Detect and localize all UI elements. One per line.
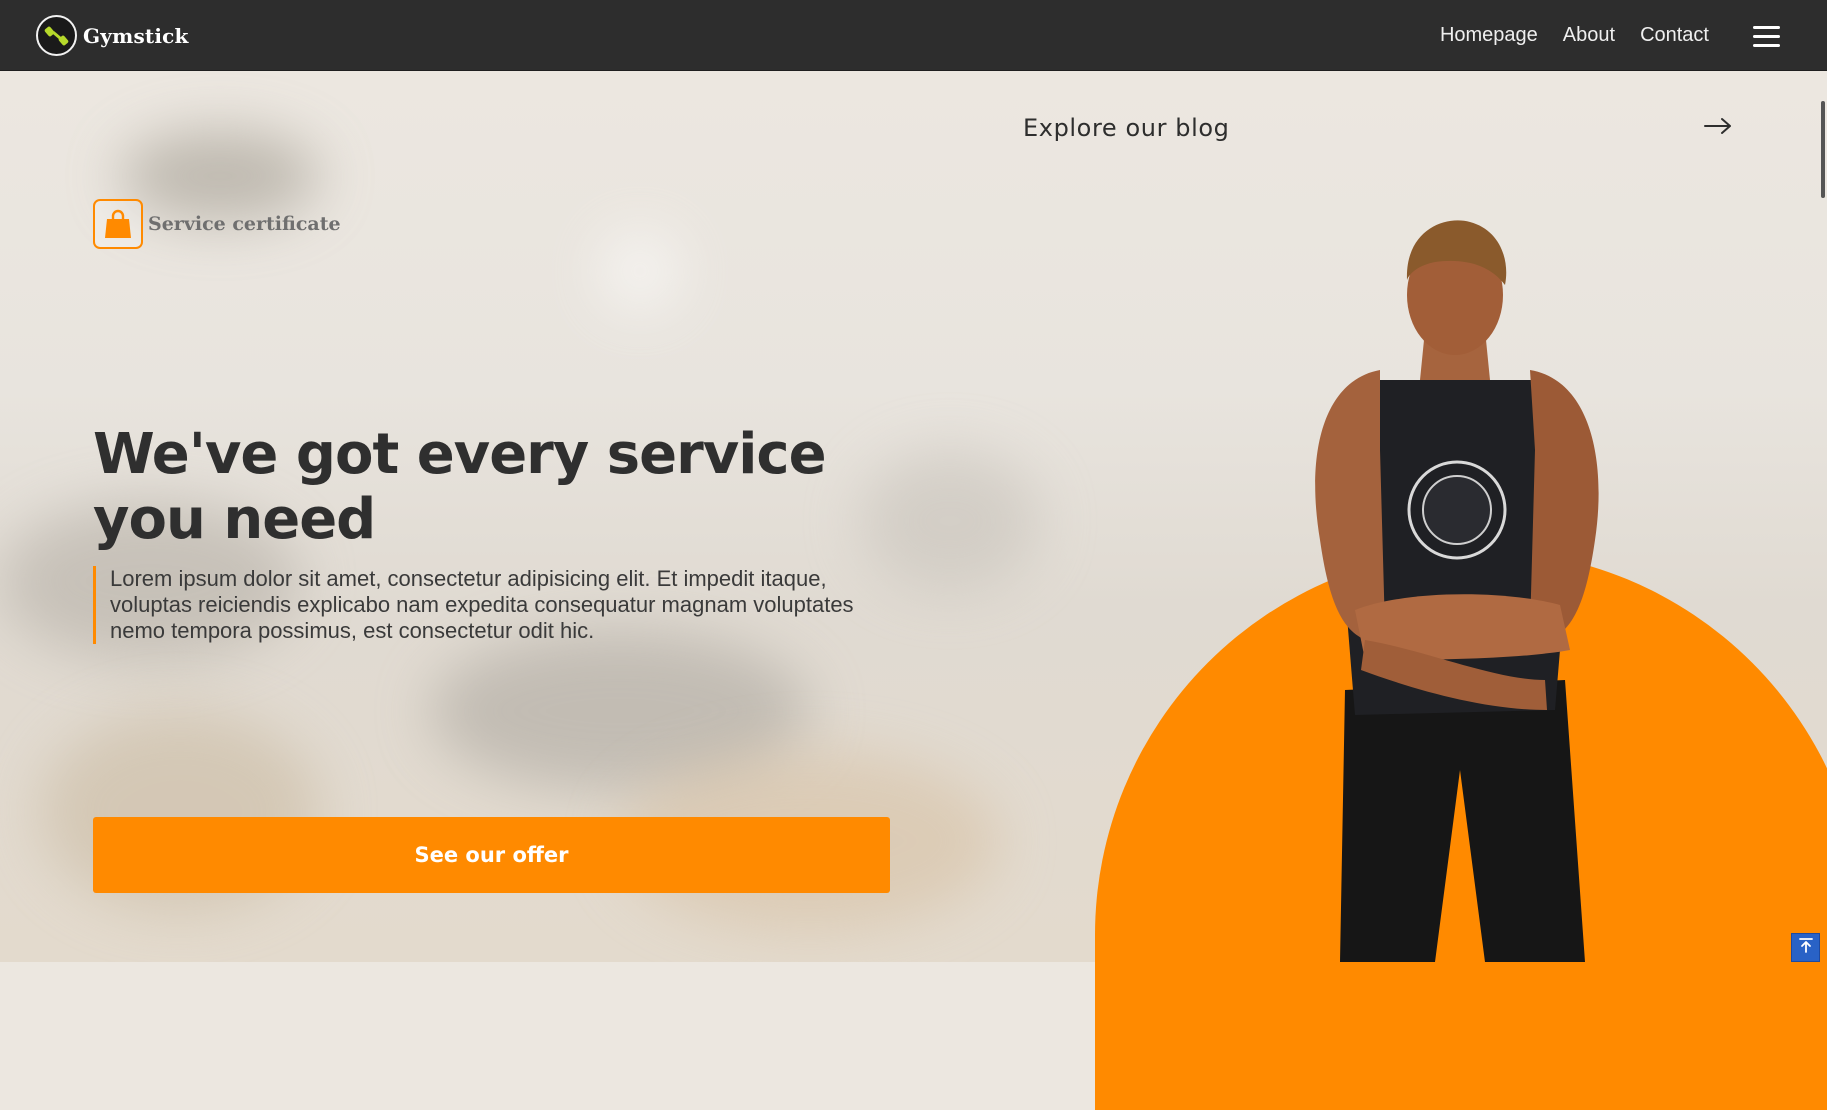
page-title: We've got every service you need: [93, 422, 827, 552]
main-nav: Homepage About Contact: [1440, 0, 1709, 71]
brand-link[interactable]: Gymstick: [36, 15, 189, 56]
service-certificate-badge: Service certificate: [93, 199, 341, 249]
arrow-right-icon: [1703, 116, 1733, 141]
athlete-photo: [1315, 220, 1599, 962]
nav-homepage[interactable]: Homepage: [1440, 24, 1538, 47]
back-to-top-button[interactable]: [1791, 933, 1820, 962]
arrow-up-to-line-icon: [1798, 937, 1814, 958]
service-certificate-label: Service certificate: [148, 213, 341, 235]
see-offer-button[interactable]: See our offer: [93, 817, 890, 893]
hamburger-menu-icon[interactable]: [1753, 26, 1780, 47]
scrollbar-thumb[interactable]: [1821, 101, 1825, 198]
explore-blog-label: Explore our blog: [1023, 114, 1230, 142]
brand-name: Gymstick: [83, 23, 189, 48]
shopping-bag-icon: [93, 199, 143, 249]
nav-about[interactable]: About: [1563, 24, 1615, 47]
explore-blog-link[interactable]: Explore our blog: [1023, 108, 1733, 148]
dumbbell-icon: [36, 15, 77, 56]
hero-description: Lorem ipsum dolor sit amet, consectetur …: [93, 566, 913, 644]
top-navbar: Gymstick Homepage About Contact: [0, 0, 1827, 71]
nav-contact[interactable]: Contact: [1640, 24, 1709, 47]
